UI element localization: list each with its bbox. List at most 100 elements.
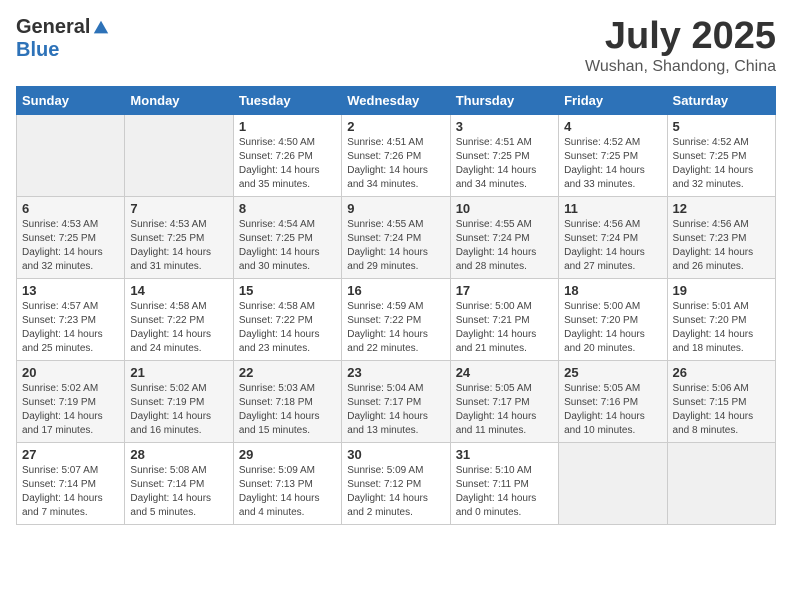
day-number: 6 [22,201,119,216]
day-number: 3 [456,119,553,134]
logo-blue: Blue [16,39,59,62]
day-number: 29 [239,447,336,462]
day-detail: Sunrise: 5:09 AM Sunset: 7:13 PM Dayligh… [239,464,336,520]
day-number: 24 [456,365,553,380]
day-number: 4 [564,119,661,134]
day-number: 16 [347,283,444,298]
calendar-week-row: 1 Sunrise: 4:50 AM Sunset: 7:26 PM Daylig… [17,114,776,196]
day-detail: Sunrise: 4:52 AM Sunset: 7:25 PM Dayligh… [673,136,770,192]
calendar-cell: 15Sunrise: 4:58 AM Sunset: 7:22 PM Dayli… [233,278,341,360]
calendar-week-row: 20Sunrise: 5:02 AM Sunset: 7:19 PM Dayli… [17,360,776,442]
day-detail: Sunrise: 4:50 AM Sunset: 7:26 PM Dayligh… [239,136,336,192]
calendar-cell: 19 Sunrise: 5:01 AM Sunset: 7:20 PM Dayli… [667,278,775,360]
weekday-header-row: SundayMondayTuesdayWednesdayThursdayFrid… [17,86,776,114]
calendar-cell: 2 Sunrise: 4:51 AM Sunset: 7:26 PM Daylig… [342,114,450,196]
day-detail: Sunrise: 4:51 AM Sunset: 7:26 PM Dayligh… [347,136,444,192]
calendar-cell: 16Sunrise: 4:59 AM Sunset: 7:22 PM Dayli… [342,278,450,360]
day-number: 21 [130,365,227,380]
calendar-cell: 29 Sunrise: 5:09 AM Sunset: 7:13 PM Dayli… [233,442,341,524]
calendar-cell: 26Sunrise: 5:06 AM Sunset: 7:15 PM Dayli… [667,360,775,442]
calendar-cell: 12 Sunrise: 4:56 AM Sunset: 7:23 PM Dayli… [667,196,775,278]
calendar-cell: 8 Sunrise: 4:54 AM Sunset: 7:25 PM Daylig… [233,196,341,278]
calendar-week-row: 6 Sunrise: 4:53 AM Sunset: 7:25 PM Daylig… [17,196,776,278]
day-detail: Sunrise: 4:51 AM Sunset: 7:25 PM Dayligh… [456,136,553,192]
day-detail: Sunrise: 4:56 AM Sunset: 7:24 PM Dayligh… [564,218,661,274]
calendar-cell: 7 Sunrise: 4:53 AM Sunset: 7:25 PM Daylig… [125,196,233,278]
calendar-cell: 13Sunrise: 4:57 AM Sunset: 7:23 PM Dayli… [17,278,125,360]
day-detail: Sunrise: 5:10 AM Sunset: 7:11 PM Dayligh… [456,464,553,520]
day-detail: Sunrise: 4:52 AM Sunset: 7:25 PM Dayligh… [564,136,661,192]
day-detail: Sunrise: 4:53 AM Sunset: 7:25 PM Dayligh… [130,218,227,274]
calendar-cell: 23Sunrise: 5:04 AM Sunset: 7:17 PM Dayli… [342,360,450,442]
day-detail: Sunrise: 5:03 AM Sunset: 7:18 PM Dayligh… [239,382,336,438]
calendar-cell [559,442,667,524]
weekday-header: Friday [559,86,667,114]
day-detail: Sunrise: 4:56 AM Sunset: 7:23 PM Dayligh… [673,218,770,274]
day-detail: Sunrise: 4:55 AM Sunset: 7:24 PM Dayligh… [347,218,444,274]
calendar-cell: 21Sunrise: 5:02 AM Sunset: 7:19 PM Dayli… [125,360,233,442]
day-detail: Sunrise: 5:06 AM Sunset: 7:15 PM Dayligh… [673,382,770,438]
day-detail: Sunrise: 5:01 AM Sunset: 7:20 PM Dayligh… [673,300,770,356]
day-detail: Sunrise: 4:58 AM Sunset: 7:22 PM Dayligh… [130,300,227,356]
day-number: 18 [564,283,661,298]
day-detail: Sunrise: 4:55 AM Sunset: 7:24 PM Dayligh… [456,218,553,274]
day-number: 5 [673,119,770,134]
day-detail: Sunrise: 4:57 AM Sunset: 7:23 PM Dayligh… [22,300,119,356]
calendar-cell: 31 Sunrise: 5:10 AM Sunset: 7:11 PM Dayli… [450,442,558,524]
calendar-cell: 1 Sunrise: 4:50 AM Sunset: 7:26 PM Daylig… [233,114,341,196]
calendar-cell: 6 Sunrise: 4:53 AM Sunset: 7:25 PM Daylig… [17,196,125,278]
calendar-week-row: 27Sunrise: 5:07 AM Sunset: 7:14 PM Dayli… [17,442,776,524]
calendar-cell: 30Sunrise: 5:09 AM Sunset: 7:12 PM Dayli… [342,442,450,524]
calendar-cell: 22 Sunrise: 5:03 AM Sunset: 7:18 PM Dayli… [233,360,341,442]
calendar-cell [667,442,775,524]
day-detail: Sunrise: 5:08 AM Sunset: 7:14 PM Dayligh… [130,464,227,520]
day-number: 19 [673,283,770,298]
weekday-header: Thursday [450,86,558,114]
calendar-cell: 25Sunrise: 5:05 AM Sunset: 7:16 PM Dayli… [559,360,667,442]
calendar-table: SundayMondayTuesdayWednesdayThursdayFrid… [16,86,776,525]
day-number: 2 [347,119,444,134]
month-title: July 2025 [585,16,776,58]
location: Wushan, Shandong, China [585,58,776,76]
calendar-cell: 5 Sunrise: 4:52 AM Sunset: 7:25 PM Daylig… [667,114,775,196]
day-number: 28 [130,447,227,462]
calendar-cell: 11 Sunrise: 4:56 AM Sunset: 7:24 PM Dayli… [559,196,667,278]
day-number: 9 [347,201,444,216]
logo: General Blue [16,16,110,62]
day-detail: Sunrise: 5:00 AM Sunset: 7:20 PM Dayligh… [564,300,661,356]
day-detail: Sunrise: 5:02 AM Sunset: 7:19 PM Dayligh… [22,382,119,438]
calendar-cell: 17Sunrise: 5:00 AM Sunset: 7:21 PM Dayli… [450,278,558,360]
calendar-cell: 20Sunrise: 5:02 AM Sunset: 7:19 PM Dayli… [17,360,125,442]
day-number: 1 [239,119,336,134]
day-detail: Sunrise: 5:05 AM Sunset: 7:17 PM Dayligh… [456,382,553,438]
day-number: 7 [130,201,227,216]
logo-icon [92,19,110,37]
day-number: 14 [130,283,227,298]
calendar-cell: 18 Sunrise: 5:00 AM Sunset: 7:20 PM Dayli… [559,278,667,360]
day-detail: Sunrise: 5:07 AM Sunset: 7:14 PM Dayligh… [22,464,119,520]
logo-general: General [16,16,90,39]
day-detail: Sunrise: 5:00 AM Sunset: 7:21 PM Dayligh… [456,300,553,356]
calendar-cell: 28 Sunrise: 5:08 AM Sunset: 7:14 PM Dayli… [125,442,233,524]
day-detail: Sunrise: 4:53 AM Sunset: 7:25 PM Dayligh… [22,218,119,274]
day-number: 25 [564,365,661,380]
weekday-header: Tuesday [233,86,341,114]
day-detail: Sunrise: 4:58 AM Sunset: 7:22 PM Dayligh… [239,300,336,356]
calendar-cell: 14 Sunrise: 4:58 AM Sunset: 7:22 PM Dayli… [125,278,233,360]
day-number: 12 [673,201,770,216]
calendar-cell: 27Sunrise: 5:07 AM Sunset: 7:14 PM Dayli… [17,442,125,524]
page-header: General Blue July 2025 Wushan, Shandong,… [16,16,776,76]
weekday-header: Sunday [17,86,125,114]
day-detail: Sunrise: 4:54 AM Sunset: 7:25 PM Dayligh… [239,218,336,274]
calendar-cell: 3 Sunrise: 4:51 AM Sunset: 7:25 PM Daylig… [450,114,558,196]
day-number: 31 [456,447,553,462]
day-number: 30 [347,447,444,462]
calendar-week-row: 13Sunrise: 4:57 AM Sunset: 7:23 PM Dayli… [17,278,776,360]
calendar-cell: 9 Sunrise: 4:55 AM Sunset: 7:24 PM Daylig… [342,196,450,278]
day-number: 8 [239,201,336,216]
calendar-cell: 4 Sunrise: 4:52 AM Sunset: 7:25 PM Daylig… [559,114,667,196]
day-number: 11 [564,201,661,216]
calendar-cell: 24 Sunrise: 5:05 AM Sunset: 7:17 PM Dayli… [450,360,558,442]
day-number: 22 [239,365,336,380]
day-number: 23 [347,365,444,380]
